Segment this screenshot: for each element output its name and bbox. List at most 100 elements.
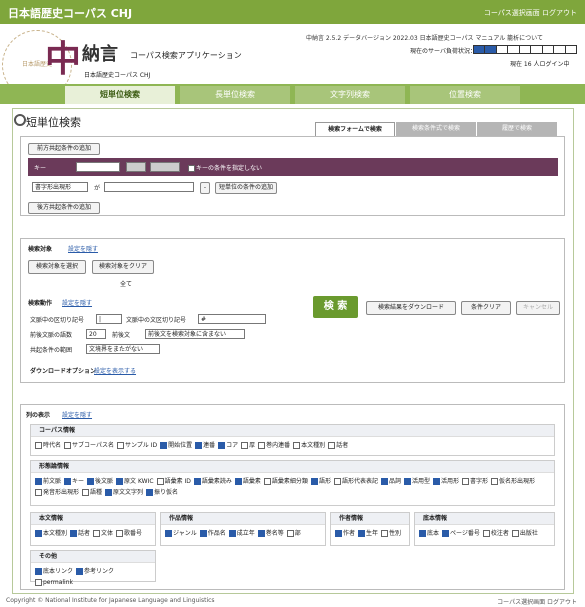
column-checkbox[interactable]: 原文文字列 <box>105 489 143 496</box>
column-checkbox[interactable]: 性別 <box>381 530 401 537</box>
key-cond-check[interactable]: キーの条件を指定しない <box>188 163 262 172</box>
column-checkbox[interactable]: 品詞 <box>380 478 401 485</box>
split-select-2[interactable]: # <box>198 314 266 324</box>
column-checkbox[interactable]: 成立年 <box>228 530 255 537</box>
tab-short-unit[interactable]: 短単位検索 <box>65 86 175 104</box>
tab-string[interactable]: 文字列検索 <box>295 86 405 104</box>
column-checkbox[interactable]: 話者 <box>328 442 348 449</box>
target-select-button[interactable]: 検索対象を選択 <box>28 260 86 274</box>
column-checkbox[interactable]: 後文脈 <box>87 478 113 485</box>
checkbox-icon <box>165 530 172 537</box>
column-checkbox[interactable]: 作者 <box>335 530 355 537</box>
ctx2-select[interactable]: 前後文を検索対象に含まない <box>145 329 245 339</box>
dl-option-link[interactable]: 設定を表示する <box>94 366 136 375</box>
column-checkbox[interactable]: 発音形出現形 <box>35 489 79 496</box>
target-toggle-link[interactable]: 設定を隠す <box>68 244 98 253</box>
version-info[interactable]: 中納言 2.5.2 データバージョン 2022.03 日本語歴史コーパス マニュ… <box>306 33 543 42</box>
column-checkbox[interactable]: 開始位置 <box>160 442 192 449</box>
column-checkbox[interactable]: 語彙素 ID <box>156 478 191 485</box>
column-checkbox[interactable]: コア <box>218 442 238 449</box>
target-label: 検索対象 <box>28 246 53 253</box>
column-checkbox[interactable]: permalink <box>35 579 73 586</box>
column-checkbox[interactable]: 前文脈 <box>35 478 61 485</box>
column-checkbox[interactable]: 話者 <box>70 530 90 537</box>
column-checkbox[interactable]: 底本リンク <box>35 568 73 575</box>
search-button[interactable]: 検 索 <box>313 296 358 318</box>
column-checkbox[interactable]: 校注者 <box>482 530 509 537</box>
action-toggle-link[interactable]: 設定を隠す <box>62 298 92 307</box>
column-checkbox[interactable]: 文体 <box>93 530 113 537</box>
download-button[interactable]: 検索結果をダウンロード <box>366 301 456 315</box>
checkbox-icon <box>403 478 411 485</box>
column-checkbox[interactable]: 語彙素細分類 <box>263 478 308 485</box>
cancel-button[interactable]: キャンセル <box>516 301 560 315</box>
tab-long-unit[interactable]: 長単位検索 <box>180 86 290 104</box>
column-checkbox[interactable]: 参考リンク <box>76 568 114 575</box>
column-checkbox[interactable]: 書字形 <box>462 478 488 485</box>
footer-links[interactable]: コーパス選択画面 ログアウト <box>497 597 577 606</box>
column-checkbox[interactable]: 巻名等 <box>257 530 284 537</box>
key-select-2[interactable] <box>126 162 146 172</box>
column-checkbox[interactable]: 連番 <box>195 442 215 449</box>
column-checkbox[interactable]: キー <box>64 478 84 485</box>
subtab-form[interactable]: 検索フォームで検索 <box>315 122 395 136</box>
split-select[interactable]: | <box>96 314 122 324</box>
add-front-button[interactable]: 前方共起条件の追加 <box>28 143 100 155</box>
column-checkbox[interactable]: 活用型 <box>403 478 430 485</box>
gen-select[interactable]: 書字形出現形 <box>32 182 88 192</box>
column-checkbox[interactable]: 巻内連番 <box>258 442 290 449</box>
column-checkbox[interactable]: 底本 <box>419 530 439 537</box>
minus-button[interactable]: - <box>200 182 210 194</box>
checkbox-icon <box>160 442 168 449</box>
subtab-history[interactable]: 履歴で検索 <box>477 122 557 136</box>
column-checkbox[interactable]: 活用形 <box>433 478 459 485</box>
column-checkbox[interactable]: 本文種別 <box>35 530 67 537</box>
add-short-button[interactable]: 短単位の条件の追加 <box>215 182 277 194</box>
subtab-expr[interactable]: 検索条件式で検索 <box>396 122 476 136</box>
column-checkbox[interactable]: 語形代表表記 <box>333 478 378 485</box>
column-checkbox[interactable]: サブコーパス名 <box>64 442 114 449</box>
checkbox-icon <box>35 478 42 485</box>
key-select-3[interactable] <box>150 162 180 172</box>
ctx-select[interactable]: 20 <box>86 329 106 339</box>
column-checkbox[interactable]: 語種 <box>82 489 102 496</box>
column-checkbox[interactable]: 厚 <box>241 442 255 449</box>
column-checkbox[interactable]: 語形 <box>310 478 331 485</box>
column-checkbox[interactable]: 本文種別 <box>293 442 325 449</box>
column-label: 開始位置 <box>168 442 193 449</box>
column-label: ジャンル <box>173 530 197 537</box>
column-checkbox[interactable]: 原文 KWIC <box>116 478 154 485</box>
column-label: 巻内連番 <box>266 442 291 449</box>
column-label: 校注者 <box>490 530 509 537</box>
column-checkbox[interactable]: ページ番号 <box>442 530 480 537</box>
group-title: コーパス情報 <box>31 425 554 437</box>
column-label: 後文脈 <box>95 478 114 485</box>
column-checkbox[interactable]: 生年 <box>358 530 378 537</box>
column-checkbox[interactable]: 時代名 <box>35 442 61 449</box>
target-clear-button[interactable]: 検索対象をクリア <box>92 260 154 274</box>
clear-button[interactable]: 条件クリア <box>461 301 511 315</box>
column-checkbox[interactable]: 歌番号 <box>116 530 142 537</box>
group-title: その他 <box>31 551 155 563</box>
column-checkbox[interactable]: 作品名 <box>199 530 226 537</box>
column-checkbox[interactable]: 語彙素 <box>234 478 261 485</box>
columns-toggle-link[interactable]: 設定を隠す <box>62 410 92 419</box>
checkbox-icon <box>482 530 490 537</box>
column-label: 語彙素 ID <box>164 478 191 485</box>
add-back-button[interactable]: 後方共起条件の追加 <box>28 202 100 214</box>
column-checkbox[interactable]: 語彙素読み <box>193 478 232 485</box>
column-checkbox[interactable]: 振り仮名 <box>146 489 178 496</box>
tab-position[interactable]: 位置検索 <box>410 86 520 104</box>
top-bar: 日本語歴史コーパス CHJ コーパス選択画面 ログアウト <box>0 0 585 24</box>
column-checkbox[interactable]: 出版社 <box>511 530 538 537</box>
key-select[interactable]: - - - <box>76 162 120 172</box>
range-select[interactable]: 文境界をまたがない <box>86 344 160 354</box>
column-label: 話者 <box>336 442 349 449</box>
ga-label: が <box>94 185 101 192</box>
column-checkbox[interactable]: サンプル ID <box>116 442 157 449</box>
column-checkbox[interactable]: 仮名形出現形 <box>491 478 535 485</box>
column-checkbox[interactable]: ジャンル <box>165 530 197 537</box>
column-checkbox[interactable]: 部 <box>286 530 301 537</box>
top-links[interactable]: コーパス選択画面 ログアウト <box>484 8 577 18</box>
gen-input[interactable] <box>104 182 194 192</box>
